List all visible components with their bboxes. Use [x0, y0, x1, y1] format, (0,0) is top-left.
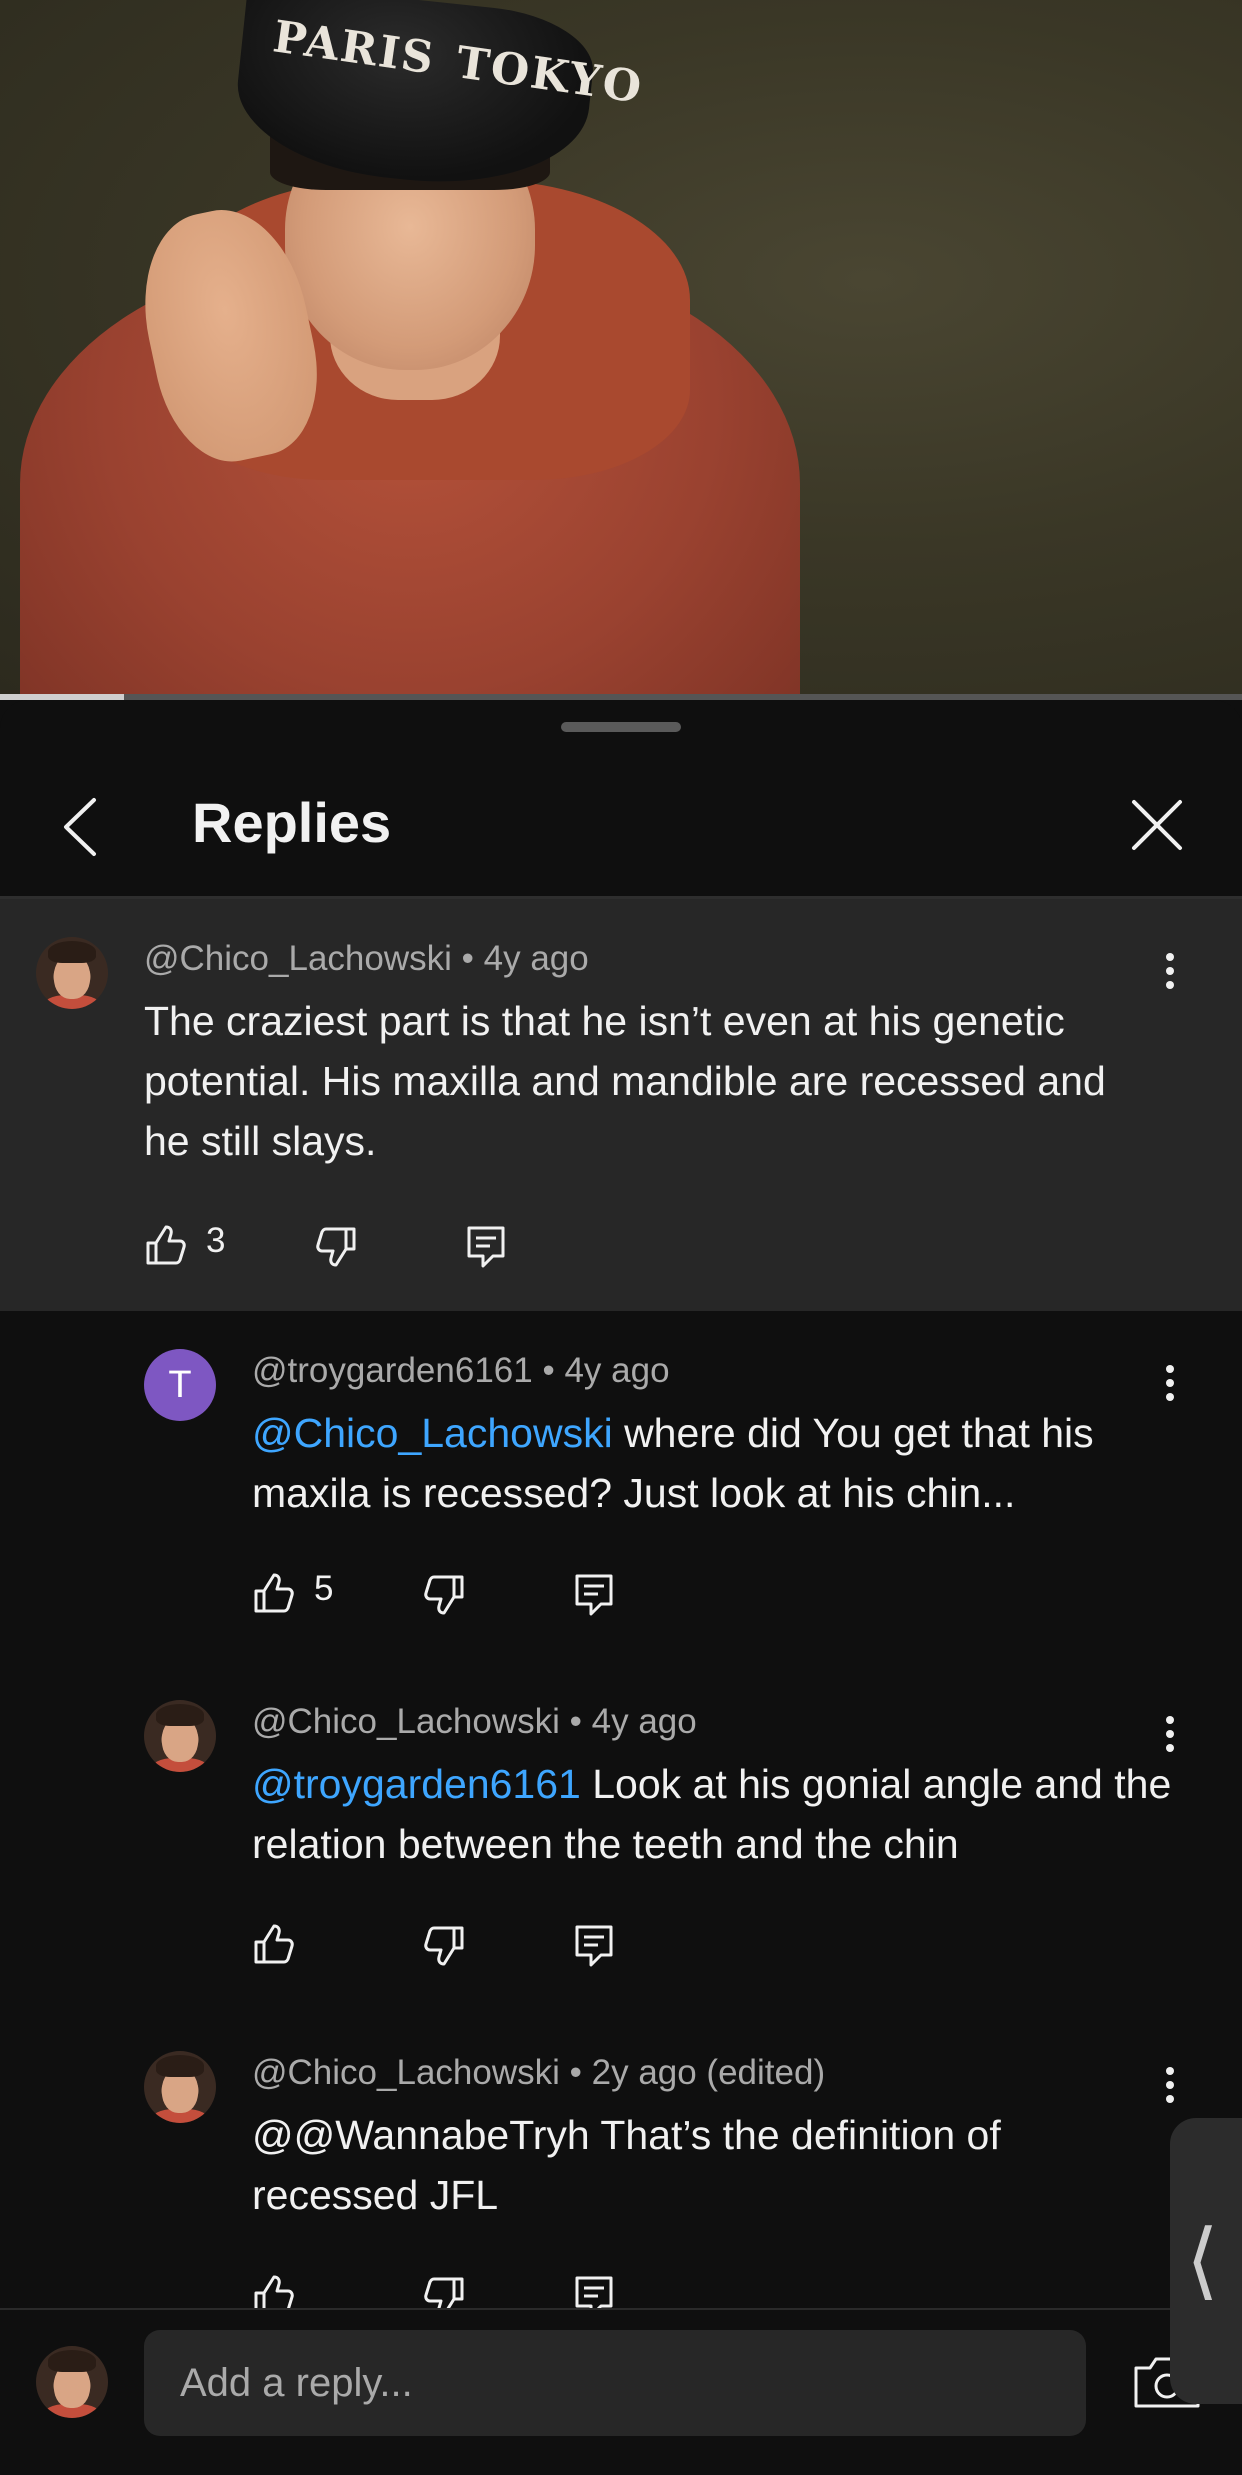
avatar-hair: [156, 2055, 204, 2077]
avatar[interactable]: [144, 2051, 216, 2123]
comment-meta: @Chico_Lachowski • 4y ago: [144, 939, 589, 979]
comment-text: @Chico_Lachowski where did You get that …: [252, 1403, 1172, 1523]
thumbs-up-icon[interactable]: [144, 1219, 188, 1271]
avatar[interactable]: [36, 2346, 108, 2418]
comment-author[interactable]: @Chico_Lachowski: [252, 2053, 560, 2092]
comment-author[interactable]: @Chico_Lachowski: [144, 939, 452, 978]
thumbs-down-icon[interactable]: [422, 2271, 466, 2308]
like-count: 3: [206, 1221, 226, 1260]
reply-icon[interactable]: [574, 1920, 614, 1972]
avatar[interactable]: [36, 937, 108, 1009]
replies-sheet: Replies @Chico_Lachowski • 4y ago The cr…: [0, 700, 1242, 2473]
kebab-menu-icon[interactable]: [1160, 2067, 1180, 2111]
reply-input[interactable]: [144, 2330, 1086, 2436]
comment-text: @troygarden6161 Look at his gonial angle…: [252, 1754, 1172, 1874]
reply-icon[interactable]: [466, 1221, 506, 1273]
close-icon[interactable]: [1128, 796, 1186, 854]
comment-time: 4y ago: [591, 1702, 697, 1741]
drag-handle[interactable]: [561, 722, 681, 732]
reply-icon[interactable]: [574, 1569, 614, 1621]
comment-meta: @Chico_Lachowski • 2y ago (edited): [252, 2053, 825, 2093]
thumbs-up-icon[interactable]: [252, 1567, 296, 1619]
avatar-hair: [48, 2350, 96, 2372]
avatar[interactable]: [144, 1700, 216, 1772]
avatar-hair: [48, 941, 96, 963]
thumbs-down-icon[interactable]: [422, 1920, 466, 1972]
comment-meta: @Chico_Lachowski • 4y ago: [252, 1702, 697, 1742]
reply-item: @Chico_Lachowski • 4y ago @troygarden616…: [0, 1662, 1242, 2012]
reply-composer: [0, 2308, 1242, 2475]
mention-link[interactable]: @Chico_Lachowski: [252, 1410, 613, 1456]
side-panel-tab[interactable]: ⟨: [1170, 2118, 1242, 2404]
meta-separator: •: [569, 2053, 582, 2092]
mention-link[interactable]: @troygarden6161: [252, 1761, 581, 1807]
comment-meta: @troygarden6161 • 4y ago: [252, 1351, 670, 1391]
thumbs-down-icon[interactable]: [422, 1569, 466, 1621]
kebab-menu-icon[interactable]: [1160, 953, 1180, 997]
sheet-header: Replies: [0, 760, 1242, 898]
reply-icon[interactable]: [574, 2271, 614, 2308]
meta-separator: •: [542, 1351, 555, 1390]
avatar-hair: [156, 1704, 204, 1726]
comment-text: The craziest part is that he isn’t even …: [144, 998, 1106, 1164]
comment-time: 2y ago (edited): [591, 2053, 826, 2092]
video-player[interactable]: PARIS TOKYO: [0, 0, 1242, 700]
thumbs-up-icon[interactable]: [252, 1918, 296, 1970]
reply-item: T @troygarden6161 • 4y ago @Chico_Lachow…: [0, 1311, 1242, 1661]
page-title: Replies: [192, 791, 392, 854]
comment-text: @@WannabeTryh That’s the definition of r…: [252, 2112, 1001, 2218]
like-count: 5: [314, 1569, 334, 1608]
comment-time: 4y ago: [483, 939, 589, 978]
chevron-left-icon[interactable]: [54, 792, 114, 862]
parent-comment: @Chico_Lachowski • 4y ago The craziest p…: [0, 899, 1242, 1311]
comment-author[interactable]: @troygarden6161: [252, 1351, 533, 1390]
reply-item: @Chico_Lachowski • 2y ago (edited) @@Wan…: [0, 2013, 1242, 2308]
chevron-left-icon: ⟨: [1186, 2211, 1219, 2309]
comment-author[interactable]: @Chico_Lachowski: [252, 1702, 560, 1741]
thumbs-down-icon[interactable]: [314, 1221, 358, 1273]
meta-separator: •: [569, 1702, 582, 1741]
comment-time: 4y ago: [564, 1351, 670, 1390]
thumbs-up-icon[interactable]: [252, 2269, 296, 2308]
meta-separator: •: [461, 939, 474, 978]
avatar[interactable]: T: [144, 1349, 216, 1421]
